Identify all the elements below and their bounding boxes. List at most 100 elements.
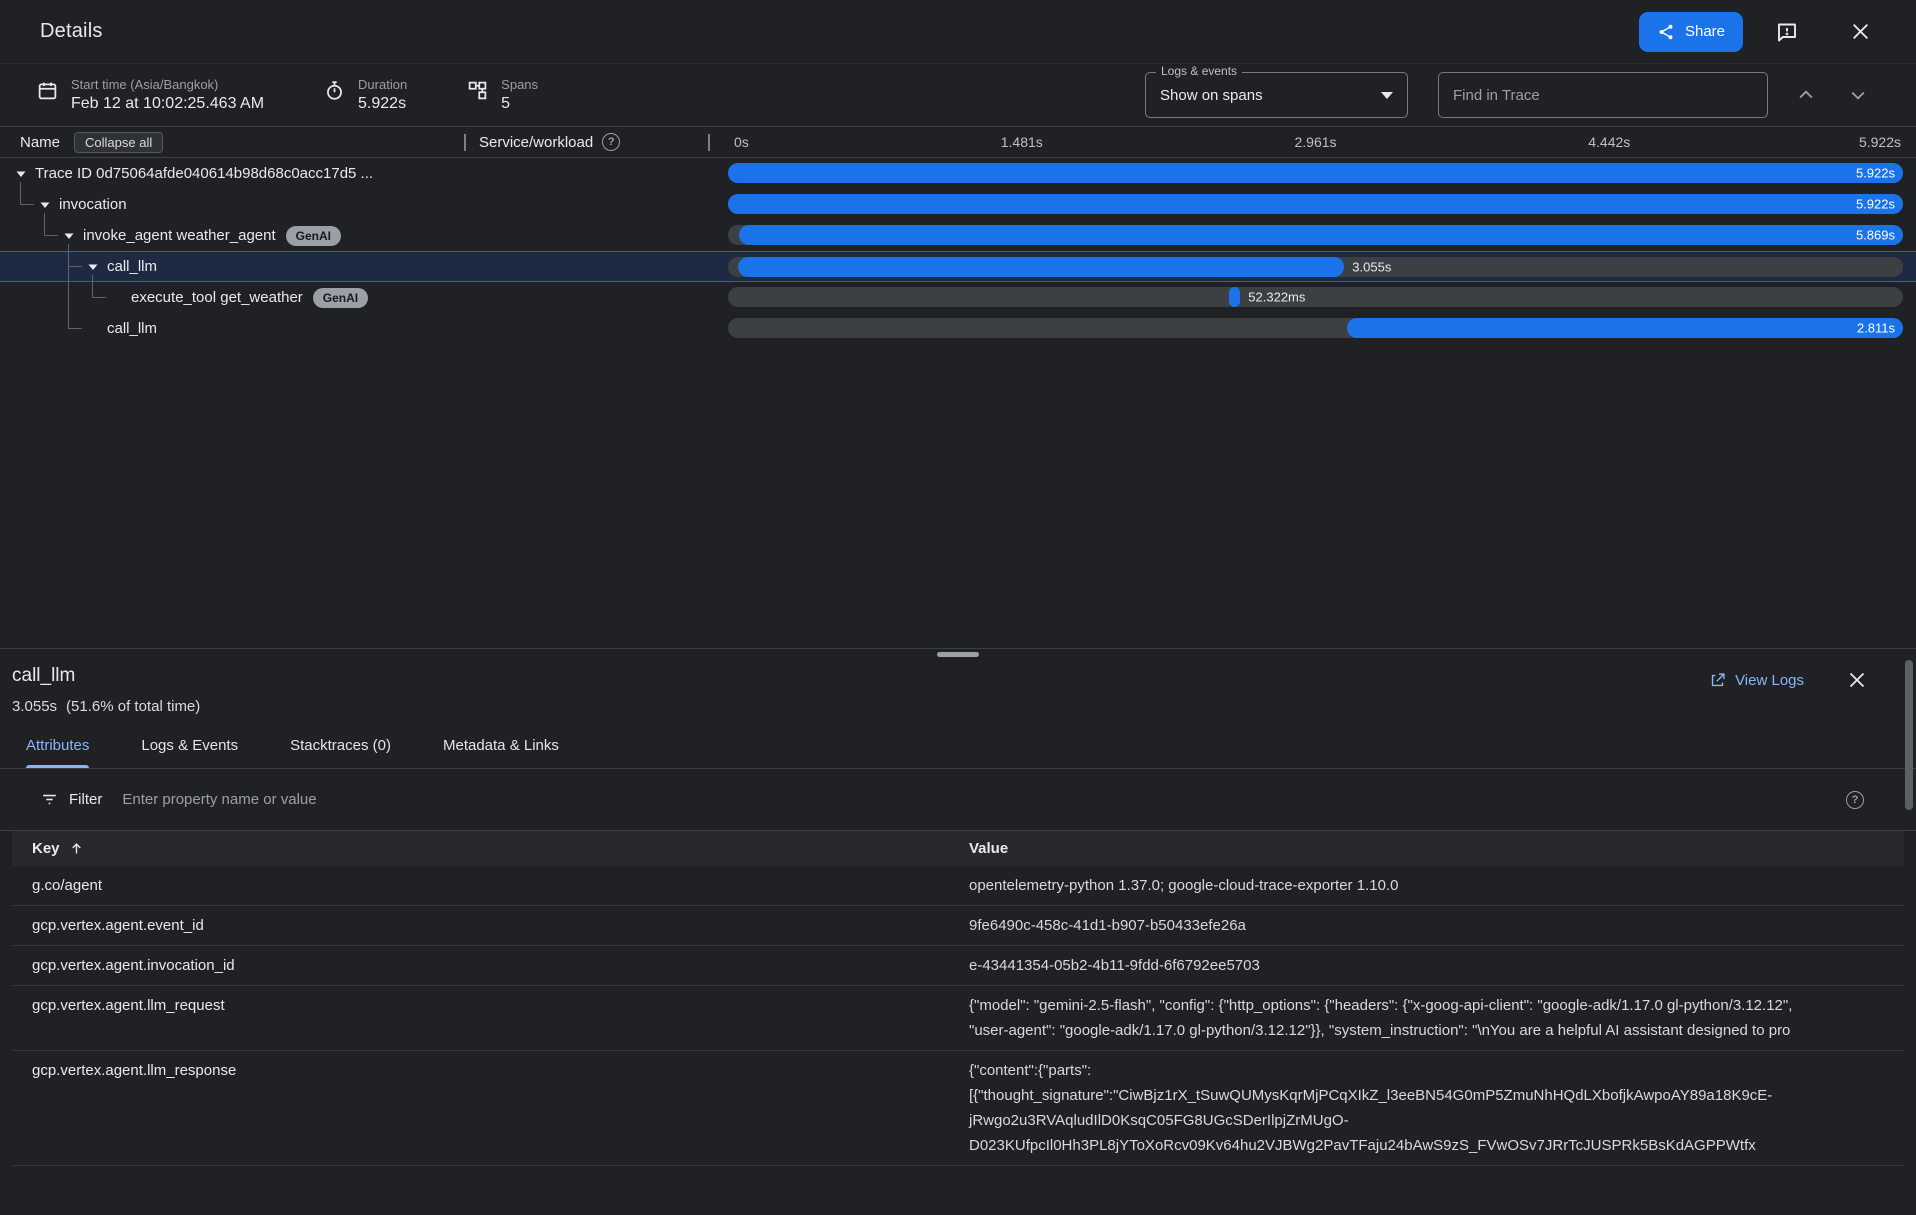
timeline-tick: 5.922s [1859, 134, 1901, 150]
twisty-spacer [84, 320, 102, 338]
span-track: 5.922s [728, 194, 1903, 214]
filter-input[interactable] [122, 791, 1836, 808]
trace-span-row[interactable]: call_llm 3.055s [0, 251, 1916, 282]
span-duration-bar[interactable] [1229, 287, 1241, 307]
filter-label: Filter [69, 791, 102, 808]
chevron-down-icon [1848, 85, 1868, 105]
service-column-header: Service/workload ? [479, 133, 620, 151]
attribute-key: gcp.vertex.agent.event_id [12, 913, 969, 938]
span-details-panel: call_llm 3.055s(51.6% of total time) Vie… [0, 648, 1916, 1215]
feedback-button[interactable] [1769, 14, 1805, 50]
details-tabbar: Attributes Logs & Events Stacktraces (0) Me… [0, 723, 1916, 769]
attribute-row[interactable]: gcp.vertex.agent.llm_request{"model": "g… [12, 986, 1904, 1051]
duration-meta: Duration 5.922s [324, 77, 407, 113]
key-column-header[interactable]: Key [32, 840, 60, 857]
span-name: call_llm [107, 258, 157, 275]
chevron-down-icon[interactable] [84, 258, 102, 276]
span-timeline-cell: 5.922s [728, 189, 1903, 220]
chevron-down-icon [1381, 92, 1393, 99]
logs-events-select-label: Logs & events [1156, 64, 1242, 78]
span-track: 5.869s [728, 225, 1903, 245]
attribute-value: {"content":{"parts": [{"thought_signatur… [969, 1058, 1904, 1158]
waterfall-header: Name Collapse all Service/workload ? 0s1… [0, 127, 1916, 158]
filter-icon [40, 790, 59, 809]
twisty-spacer [108, 289, 126, 307]
find-previous-button[interactable] [1792, 81, 1820, 109]
chevron-down-icon[interactable] [36, 196, 54, 214]
span-duration-bar[interactable] [738, 257, 1344, 277]
span-track: 5.922s [728, 163, 1903, 183]
tab-stacktraces-0[interactable]: Stacktraces (0) [290, 737, 391, 768]
tab-logs-events[interactable]: Logs & Events [141, 737, 238, 768]
share-icon [1657, 23, 1675, 41]
share-button[interactable]: Share [1639, 12, 1743, 52]
view-logs-button[interactable]: View Logs [1709, 672, 1804, 689]
attribute-row[interactable]: g.co/agentopentelemetry-python 1.37.0; g… [12, 866, 1904, 906]
find-next-button[interactable] [1844, 81, 1872, 109]
span-timeline-cell: 2.811s [728, 313, 1903, 344]
spans-label: Spans [501, 77, 538, 92]
span-percent: (51.6% of total time) [66, 698, 200, 715]
timeline-tick: 0s [734, 134, 749, 150]
trace-details-window: Details Share Start time (Asia/Bangko [0, 0, 1916, 1215]
timeline-tick: 4.442s [1588, 134, 1630, 150]
calendar-icon [37, 80, 58, 106]
span-timeline-cell: 3.055s [728, 252, 1903, 281]
close-icon [1851, 22, 1870, 41]
find-in-trace-input[interactable] [1453, 87, 1753, 104]
span-duration-bar[interactable]: 5.869s [739, 225, 1903, 245]
stopwatch-icon [324, 80, 345, 106]
span-duration-bar[interactable]: 2.811s [1347, 318, 1903, 338]
duration-label: Duration [358, 77, 407, 92]
attribute-value: 9fe6490c-458c-41d1-b907-b50433efe26a [969, 913, 1904, 938]
spans-meta: Spans 5 [467, 77, 538, 113]
close-span-details-button[interactable] [1842, 665, 1872, 695]
tab-metadata-links[interactable]: Metadata & Links [443, 737, 559, 768]
span-name: invocation [59, 196, 127, 213]
panel-resize-handle[interactable] [937, 652, 979, 657]
attribute-row[interactable]: gcp.vertex.agent.invocation_ide-43441354… [12, 946, 1904, 986]
genai-badge: GenAI [286, 226, 341, 246]
span-duration-label: 3.055s [1352, 260, 1391, 275]
value-column-header: Value [969, 840, 1904, 857]
help-icon[interactable]: ? [1846, 791, 1864, 809]
attribute-key: gcp.vertex.agent.invocation_id [12, 953, 969, 978]
span-timeline-cell: 5.869s [728, 220, 1903, 251]
span-name-cell: call_llm [0, 258, 728, 276]
chevron-down-icon[interactable] [60, 227, 78, 245]
trace-span-row[interactable]: Trace ID 0d75064afde040614b98d68c0acc17d… [0, 158, 1916, 189]
start-time-label: Start time (Asia/Bangkok) [71, 77, 264, 92]
help-icon[interactable]: ? [602, 133, 620, 151]
trace-tree: Trace ID 0d75064afde040614b98d68c0acc17d… [0, 158, 1916, 344]
tab-attributes[interactable]: Attributes [26, 737, 89, 768]
genai-badge: GenAI [313, 288, 368, 308]
sort-ascending-icon[interactable] [69, 841, 84, 856]
chevron-down-icon[interactable] [12, 165, 30, 183]
logs-events-select-value: Show on spans [1160, 87, 1381, 104]
logs-events-select[interactable]: Logs & events Show on spans [1145, 72, 1408, 118]
attribute-row[interactable]: gcp.vertex.agent.event_id9fe6490c-458c-4… [12, 906, 1904, 946]
span-name-cell: execute_tool get_weather GenAI [0, 288, 728, 308]
trace-span-row[interactable]: invoke_agent weather_agentGenAI5.869s [0, 220, 1916, 251]
span-name-cell: invocation [0, 196, 728, 214]
attribute-value: opentelemetry-python 1.37.0; google-clou… [969, 873, 1904, 898]
scrollbar-thumb[interactable] [1905, 660, 1913, 810]
close-details-button[interactable] [1845, 16, 1876, 47]
start-time-value: Feb 12 at 10:02:25.463 AM [71, 95, 264, 113]
attribute-value: {"model": "gemini-2.5-flash", "config": … [969, 993, 1904, 1043]
trace-span-row[interactable]: execute_tool get_weatherGenAI52.322ms [0, 282, 1916, 313]
span-track [728, 287, 1903, 307]
timeline-tick: 1.481s [1001, 134, 1043, 150]
collapse-all-button[interactable]: Collapse all [74, 132, 163, 153]
attribute-row[interactable]: gcp.vertex.agent.llm_response{"content":… [12, 1051, 1904, 1166]
view-logs-label: View Logs [1735, 672, 1804, 689]
span-duration-bar[interactable]: 5.922s [728, 163, 1903, 183]
trace-span-row[interactable]: invocation 5.922s [0, 189, 1916, 220]
span-duration-label: 5.922s [1856, 166, 1895, 181]
titlebar: Details Share [0, 0, 1916, 64]
trace-span-row[interactable]: call_llm2.811s [0, 313, 1916, 344]
timeline-axis: 0s 1.481s 2.961s 4.442s 5.922s [728, 127, 1903, 157]
span-name: execute_tool get_weather [131, 289, 303, 306]
span-duration-bar[interactable]: 5.922s [728, 194, 1903, 214]
timeline-tick: 2.961s [1294, 134, 1336, 150]
